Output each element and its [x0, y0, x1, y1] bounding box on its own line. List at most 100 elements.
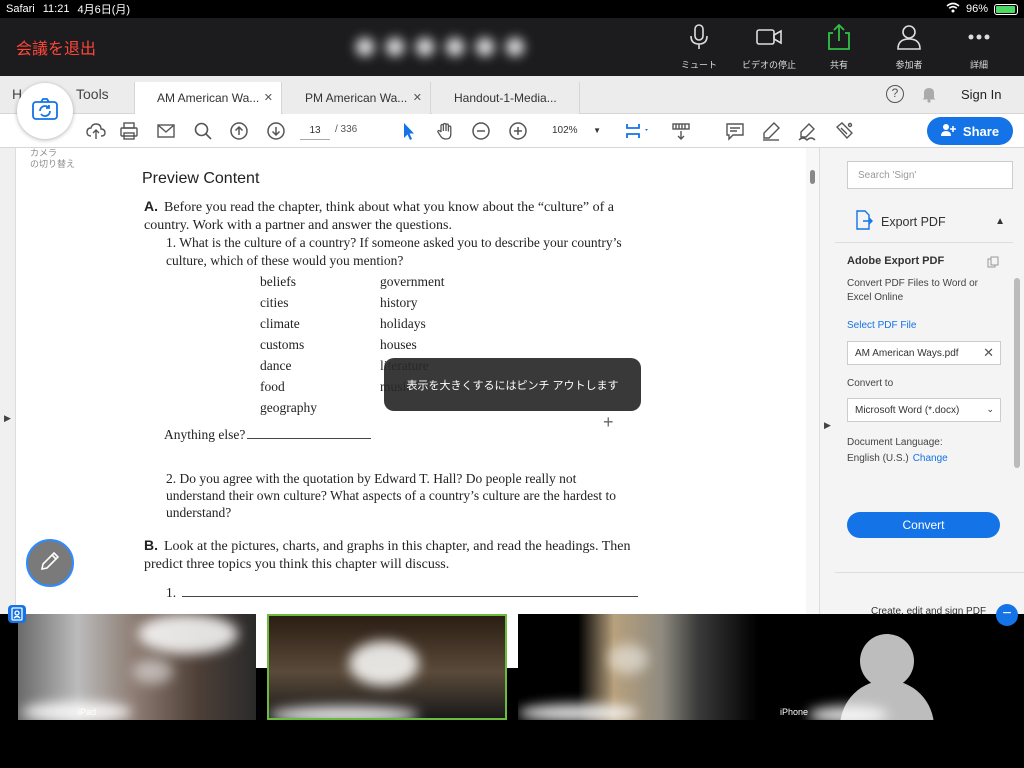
- annotate-button[interactable]: [26, 539, 74, 587]
- right-panel-toggle[interactable]: ▶: [819, 148, 835, 616]
- chevron-right-icon: ▶: [824, 420, 831, 430]
- change-language-link[interactable]: Change: [913, 453, 948, 464]
- more-button[interactable]: 詳細: [944, 22, 1014, 71]
- chevron-down-icon: ▼: [593, 126, 601, 135]
- document-language-value: English (U.S.): [847, 453, 909, 464]
- page-scrollbar[interactable]: [806, 148, 819, 616]
- participants-icon: [894, 22, 924, 54]
- question-a-text: Before you read the chapter, think about…: [144, 200, 615, 233]
- privacy-blur: [808, 706, 888, 720]
- question-a: A. Before you read the chapter, think abo…: [144, 197, 634, 235]
- chevron-up-icon[interactable]: ▲: [995, 216, 1005, 227]
- tool-search-input[interactable]: Search 'Sign': [847, 161, 1013, 189]
- scrollbar-thumb[interactable]: [810, 170, 815, 184]
- copy-icon: [987, 255, 999, 268]
- zoom-level-select[interactable]: 102% ▼: [545, 122, 607, 140]
- participant-name: iPhone: [780, 707, 809, 717]
- panel-scrollbar[interactable]: [1014, 278, 1020, 468]
- answer-line-number: 1.: [166, 585, 177, 600]
- word-item: cities: [260, 295, 289, 310]
- privacy-blur: [608, 644, 648, 674]
- tab-doc-am[interactable]: AM American Wa... ✕: [134, 82, 282, 114]
- divider: [835, 572, 1024, 573]
- close-icon[interactable]: ✕: [413, 91, 422, 104]
- camera-rotate-icon: [30, 97, 60, 126]
- status-time: 11:21: [42, 3, 70, 15]
- privacy-blur: [22, 702, 132, 720]
- tab-doc-pm[interactable]: PM American Wa... ✕: [283, 82, 431, 114]
- camera-switch-label: カメラ の切り替え: [30, 148, 76, 169]
- convert-button[interactable]: Convert: [847, 512, 1000, 538]
- bell-icon[interactable]: [921, 85, 937, 103]
- export-pdf-header[interactable]: Export PDF ▲: [855, 210, 1005, 233]
- word-item: dance: [260, 358, 292, 373]
- left-panel-toggle[interactable]: ▶: [0, 148, 16, 616]
- acrobat-window: H Tools AM American Wa... ✕ PM American …: [0, 76, 1024, 617]
- meeting-title-blurred: [350, 32, 530, 64]
- zoom-out-icon[interactable]: [471, 121, 491, 141]
- page-up-icon[interactable]: [229, 121, 249, 141]
- comment-icon[interactable]: [725, 121, 745, 141]
- question-2: 2. Do you agree with the quotation by Ed…: [166, 471, 616, 520]
- screen-share-indicator[interactable]: [8, 605, 26, 623]
- tab-doc-handout[interactable]: Handout-1-Media...: [432, 82, 580, 114]
- participants-label: 参加者: [895, 60, 923, 70]
- privacy-blur: [518, 704, 638, 720]
- adobe-export-title: Adobe Export PDF: [847, 255, 945, 267]
- share-screen-button[interactable]: 共有: [804, 22, 874, 71]
- video-tile-active-speaker[interactable]: [267, 614, 507, 720]
- meeting-toolbar: 会議を退出 ミュート ビデオの停止 共有 参加者 詳細: [0, 18, 1024, 76]
- scroll-mode-icon[interactable]: [671, 121, 691, 141]
- clear-icon[interactable]: ✕: [983, 345, 994, 361]
- video-tile[interactable]: [518, 614, 758, 720]
- help-icon[interactable]: ?: [886, 85, 904, 103]
- cloud-upload-icon[interactable]: [86, 121, 106, 141]
- page-layout-icon[interactable]: [624, 121, 652, 141]
- collapse-video-button[interactable]: −: [996, 604, 1018, 626]
- highlight-pen-icon[interactable]: [761, 121, 781, 141]
- selected-file-name: AM American Ways.pdf: [855, 348, 959, 359]
- leave-meeting-button[interactable]: 会議を退出: [16, 35, 96, 59]
- fill-sign-icon[interactable]: [834, 121, 854, 141]
- sign-in-link[interactable]: Sign In: [961, 87, 1001, 102]
- sign-pen-icon[interactable]: [797, 121, 817, 141]
- status-date: 4月6日(月): [77, 4, 131, 16]
- video-tile-no-camera[interactable]: iPhone: [768, 614, 1006, 720]
- search-icon[interactable]: [193, 121, 213, 141]
- battery-icon: [994, 3, 1018, 15]
- email-icon[interactable]: [156, 121, 176, 141]
- close-icon[interactable]: ✕: [264, 91, 273, 104]
- word-item: government: [380, 274, 445, 289]
- question-1: 1. What is the culture of a country? If …: [166, 235, 622, 268]
- chevron-down-icon: ⌄: [986, 404, 994, 414]
- page-number-input[interactable]: 13: [300, 122, 330, 140]
- select-pdf-link[interactable]: Select PDF File: [847, 320, 916, 331]
- page-down-icon[interactable]: [266, 121, 286, 141]
- app-root: Safari 11:21 4月6日(月) 96% 会議を退出 ミュート ビデオの…: [0, 0, 1024, 768]
- share-upload-icon: [824, 22, 854, 54]
- word-item: holidays: [380, 316, 426, 331]
- tab-tools[interactable]: Tools: [76, 86, 109, 102]
- ios-status-bar: Safari 11:21 4月6日(月) 96%: [0, 0, 1024, 18]
- print-icon[interactable]: [119, 121, 139, 141]
- hand-tool-icon[interactable]: [435, 121, 455, 141]
- video-tile[interactable]: iPad: [18, 614, 256, 720]
- video-camera-icon: [754, 22, 784, 54]
- preview-heading: Preview Content: [142, 170, 260, 187]
- export-pdf-title: Export PDF: [881, 214, 946, 229]
- mute-button[interactable]: ミュート: [664, 22, 734, 71]
- participants-button[interactable]: 参加者: [874, 22, 944, 71]
- question-b-letter: B.: [144, 537, 158, 553]
- selected-file-field[interactable]: AM American Ways.pdf ✕: [847, 341, 1001, 365]
- stop-video-button[interactable]: ビデオの停止: [734, 22, 804, 71]
- crosshair-icon: +: [603, 412, 614, 432]
- question-b-text: Look at the pictures, charts, and graphs…: [144, 539, 631, 572]
- zoom-in-icon[interactable]: [508, 121, 528, 141]
- share-button[interactable]: Share: [927, 117, 1013, 145]
- acrobat-toolbar: 13 / 336 102% ▼ Share: [0, 114, 1024, 148]
- convert-format-value: Microsoft Word (*.docx): [855, 405, 960, 416]
- privacy-blur: [133, 659, 173, 684]
- convert-format-select[interactable]: Microsoft Word (*.docx) ⌄: [847, 398, 1001, 422]
- select-cursor-icon[interactable]: [398, 121, 418, 141]
- camera-switch-button[interactable]: [17, 83, 73, 139]
